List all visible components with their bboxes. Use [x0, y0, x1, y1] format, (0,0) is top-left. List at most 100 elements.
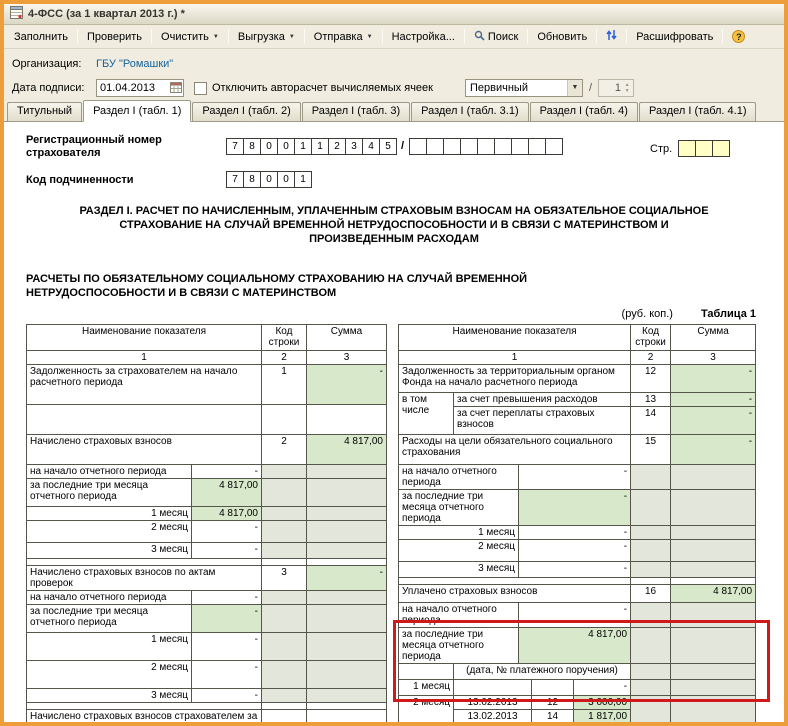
reg-digit-box[interactable]: 0	[277, 138, 295, 155]
sub-digit-box[interactable]: 0	[260, 171, 278, 188]
reg-digit-box-empty[interactable]	[494, 138, 513, 155]
org-value-field[interactable]: ГБУ "Ромашки"	[96, 58, 173, 70]
reg-digit-box-empty[interactable]	[409, 138, 428, 155]
label-cell: 2 месяц	[398, 539, 519, 562]
value-cell[interactable]: -	[517, 525, 632, 540]
value-cell[interactable]: -	[517, 561, 632, 578]
value-cell[interactable]: -	[191, 688, 262, 703]
reg-digit-box-empty[interactable]	[460, 138, 479, 155]
page-digit-box[interactable]	[678, 140, 697, 157]
fill-button[interactable]: Заполнить	[8, 28, 74, 46]
toolbar-separator	[381, 29, 383, 44]
autocalc-checkbox-label[interactable]: Отключить авторасчет вычисляемых ячеек	[212, 82, 433, 94]
reg-digit-box[interactable]: 5	[379, 138, 397, 155]
sum-cell[interactable]	[306, 709, 387, 722]
reg-digit-box[interactable]: 2	[328, 138, 346, 155]
value-cell[interactable]: -	[517, 489, 632, 526]
value-cell[interactable]: 4 817,00	[191, 506, 262, 521]
disabled-cell	[306, 520, 387, 543]
sum-cell[interactable]: -	[670, 406, 757, 435]
pay-num-cell[interactable]: 14	[531, 709, 574, 722]
decipher-button[interactable]: Расшифровать	[630, 28, 719, 46]
table-caption-row: (руб. коп.) Таблица 1	[622, 308, 756, 320]
value-cell[interactable]: -	[191, 632, 262, 661]
send-label: Отправка	[313, 30, 363, 43]
correction-number-spinner[interactable]: 1 ▲ ▼	[598, 79, 635, 97]
reg-digit-box-empty[interactable]	[545, 138, 564, 155]
sum-cell[interactable]: -	[306, 364, 387, 405]
colnum-cell: 1	[26, 350, 262, 365]
tab-razdel1-tabl2[interactable]: Раздел I (табл. 2)	[192, 102, 301, 121]
value-cell[interactable]: -	[191, 520, 262, 543]
reg-digit-box-empty[interactable]	[528, 138, 547, 155]
reg-digit-box[interactable]: 3	[345, 138, 363, 155]
value-cell[interactable]: -	[517, 464, 632, 490]
sum-cell[interactable]: -	[306, 565, 387, 591]
tab-razdel1-tabl3[interactable]: Раздел I (табл. 3)	[301, 102, 411, 121]
sub-digit-box[interactable]: 0	[277, 171, 295, 188]
clear-button[interactable]: Очистить ▼	[155, 28, 225, 46]
exchange-button[interactable]	[600, 26, 623, 47]
label-cell: 3 месяц	[26, 542, 192, 559]
tab-razdel1-tabl3-1[interactable]: Раздел I (табл. 3.1)	[411, 102, 529, 121]
spacer-cell	[670, 577, 757, 585]
unload-button[interactable]: Выгрузка ▼	[232, 28, 301, 46]
sum-cell[interactable]: 4 817,00	[670, 584, 757, 603]
window-titlebar[interactable]: 4-ФСС (за 1 квартал 2013 г.) *	[4, 4, 784, 25]
tab-razdel1-tabl1[interactable]: Раздел I (табл. 1)	[83, 100, 192, 122]
reg-digit-box-empty[interactable]	[426, 138, 445, 155]
value-cell[interactable]: -	[191, 542, 262, 559]
sign-date-input[interactable]: 01.04.2013	[96, 79, 184, 97]
tab-razdel1-tabl4-1[interactable]: Раздел I (табл. 4.1)	[638, 102, 757, 121]
value-cell[interactable]: 1 817,00	[572, 709, 632, 722]
label-cell: за счет переплаты страховых взносов	[452, 406, 632, 435]
spinner-arrows-icon[interactable]: ▲ ▼	[622, 80, 632, 96]
sub-digit-box[interactable]: 8	[243, 171, 261, 188]
help-button[interactable]: ?	[726, 27, 751, 46]
value-cell[interactable]: -	[517, 539, 632, 562]
value-cell[interactable]: -	[191, 464, 262, 479]
org-label: Организация:	[12, 58, 82, 70]
check-button[interactable]: Проверить	[81, 28, 148, 46]
report-type-select[interactable]: Первичный ▼	[464, 79, 583, 97]
value-cell[interactable]: -	[191, 590, 262, 605]
value-cell[interactable]: -	[191, 660, 262, 689]
search-button[interactable]: Поиск	[468, 27, 524, 47]
sum-cell[interactable]: -	[670, 434, 757, 465]
reg-digit-box-empty[interactable]	[477, 138, 496, 155]
chevron-down-icon[interactable]: ▼	[566, 80, 582, 96]
autocalc-checkbox[interactable]	[194, 81, 207, 95]
reg-digit-box[interactable]: 7	[226, 138, 244, 155]
calendar-icon[interactable]	[170, 81, 182, 96]
reg-digit-box[interactable]: 0	[260, 138, 278, 155]
tab-razdel1-tabl4[interactable]: Раздел I (табл. 4)	[529, 102, 638, 121]
sum-cell[interactable]: -	[670, 392, 757, 407]
page-digit-box[interactable]	[695, 140, 714, 157]
disabled-cell	[670, 464, 757, 490]
reg-digit-box[interactable]: 1	[294, 138, 312, 155]
disabled-cell	[261, 542, 307, 559]
settings-button[interactable]: Настройка...	[386, 28, 461, 46]
reg-digit-box[interactable]: 8	[243, 138, 261, 155]
toolbar-separator	[303, 29, 305, 44]
value-cell[interactable]: -	[191, 604, 262, 633]
disabled-cell	[261, 660, 307, 689]
column-number-row: 1 2 3	[397, 350, 757, 365]
reg-digit-box[interactable]: 1	[311, 138, 329, 155]
page-label: Стр.	[650, 142, 673, 155]
table-row: в том числе за счет превышения расходов …	[398, 392, 757, 435]
sub-digit-box[interactable]: 1	[294, 171, 312, 188]
refresh-button[interactable]: Обновить	[531, 28, 593, 46]
toolbar-separator	[227, 29, 229, 44]
sub-digit-box[interactable]: 7	[226, 171, 244, 188]
reg-digit-box[interactable]: 4	[362, 138, 380, 155]
value-cell[interactable]: 4 817,00	[191, 478, 262, 507]
sum-cell[interactable]: -	[670, 364, 757, 393]
sum-cell[interactable]: 4 817,00	[306, 434, 387, 465]
reg-digit-box-empty[interactable]	[443, 138, 462, 155]
tab-titulny[interactable]: Титульный	[7, 102, 83, 121]
page-digit-box[interactable]	[712, 140, 731, 157]
send-button[interactable]: Отправка ▼	[308, 28, 379, 46]
reg-digit-box-empty[interactable]	[511, 138, 530, 155]
pay-date-cell[interactable]: 13.02.2013	[453, 709, 532, 722]
